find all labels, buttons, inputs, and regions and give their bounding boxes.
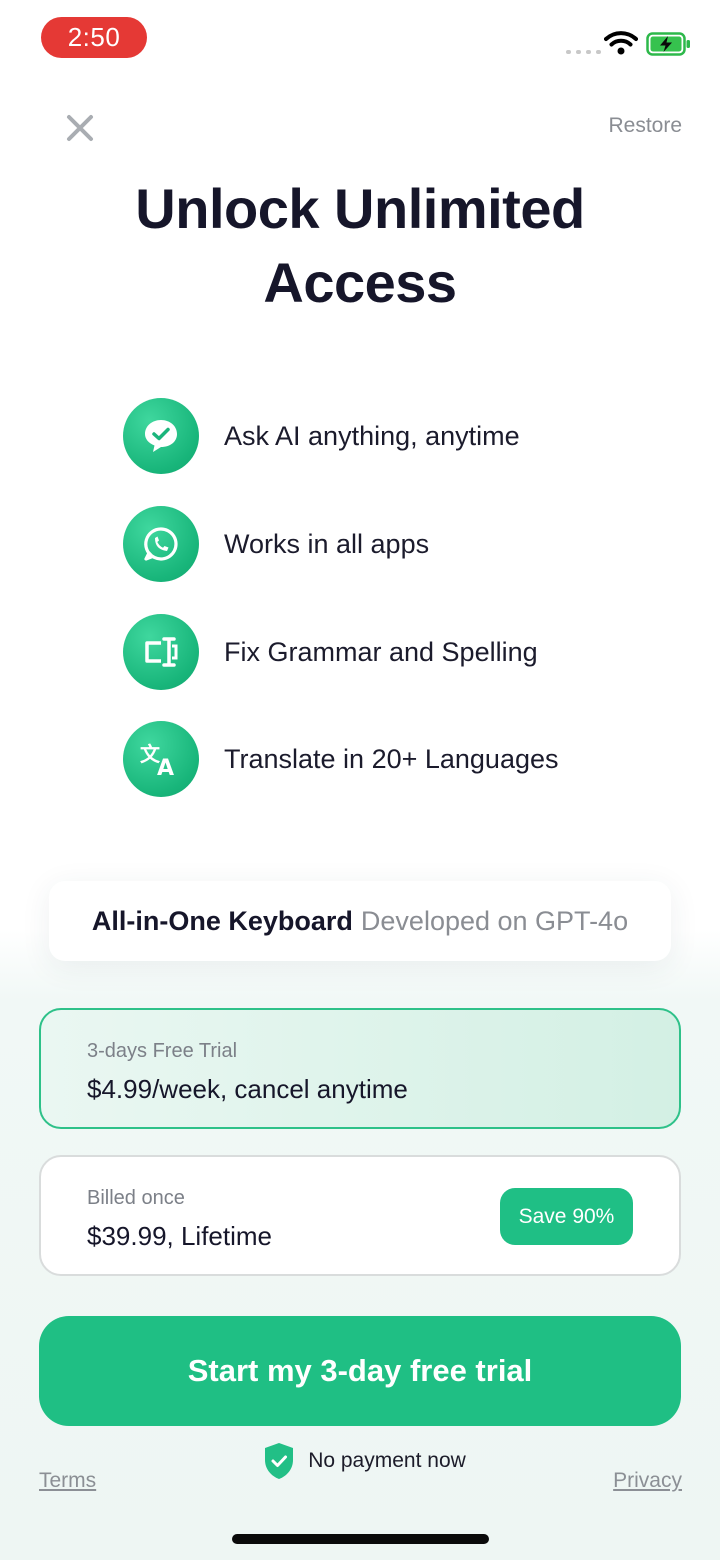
feature-label: Fix Grammar and Spelling xyxy=(224,636,538,667)
feature-label: Ask AI anything, anytime xyxy=(224,420,520,451)
chat-check-icon xyxy=(123,398,199,474)
terms-link[interactable]: Terms xyxy=(39,1469,96,1493)
plan-lifetime[interactable]: Billed once $39.99, Lifetime Save 90% xyxy=(39,1155,681,1276)
no-payment-note: No payment now xyxy=(0,1441,720,1481)
no-payment-label: No payment now xyxy=(308,1449,466,1472)
battery-charging-icon xyxy=(646,32,690,56)
banner-subtitle: Developed on GPT-4o xyxy=(360,905,629,936)
info-banner: All-in-One Keyboard Developed on GPT-4o xyxy=(49,881,671,961)
save-badge: Save 90% xyxy=(500,1188,633,1245)
whatsapp-icon xyxy=(123,506,199,582)
feature-item: Fix Grammar and Spelling xyxy=(123,614,538,690)
start-trial-button[interactable]: Start my 3-day free trial xyxy=(39,1316,681,1426)
plan-price: $4.99/week, cancel anytime xyxy=(87,1074,408,1104)
plan-subtitle: Billed once xyxy=(87,1187,185,1209)
signal-icon xyxy=(566,50,601,54)
translate-icon: 文 A xyxy=(123,721,199,797)
page-title: Unlock Unlimited Access xyxy=(135,177,585,314)
home-indicator xyxy=(232,1534,489,1544)
status-time: 2:50 xyxy=(41,17,147,58)
restore-button[interactable]: Restore xyxy=(608,114,682,138)
feature-item: Works in all apps xyxy=(123,506,429,582)
svg-text:A: A xyxy=(157,756,174,781)
banner-title: All-in-One Keyboard xyxy=(91,905,353,936)
feature-item: 文 A Translate in 20+ Languages xyxy=(123,721,559,797)
plan-weekly[interactable]: 3-days Free Trial $4.99/week, cancel any… xyxy=(39,1008,681,1129)
plan-price: $39.99, Lifetime xyxy=(87,1221,273,1251)
wifi-icon xyxy=(604,31,638,55)
text-cursor-icon xyxy=(123,614,199,690)
feature-item: Ask AI anything, anytime xyxy=(123,398,520,474)
plan-subtitle: 3-days Free Trial xyxy=(87,1040,238,1062)
feature-label: Works in all apps xyxy=(224,528,430,559)
close-icon[interactable] xyxy=(62,110,98,146)
feature-label: Translate in 20+ Languages xyxy=(224,743,559,774)
shield-check-icon xyxy=(265,1443,294,1479)
privacy-link[interactable]: Privacy xyxy=(613,1469,682,1493)
